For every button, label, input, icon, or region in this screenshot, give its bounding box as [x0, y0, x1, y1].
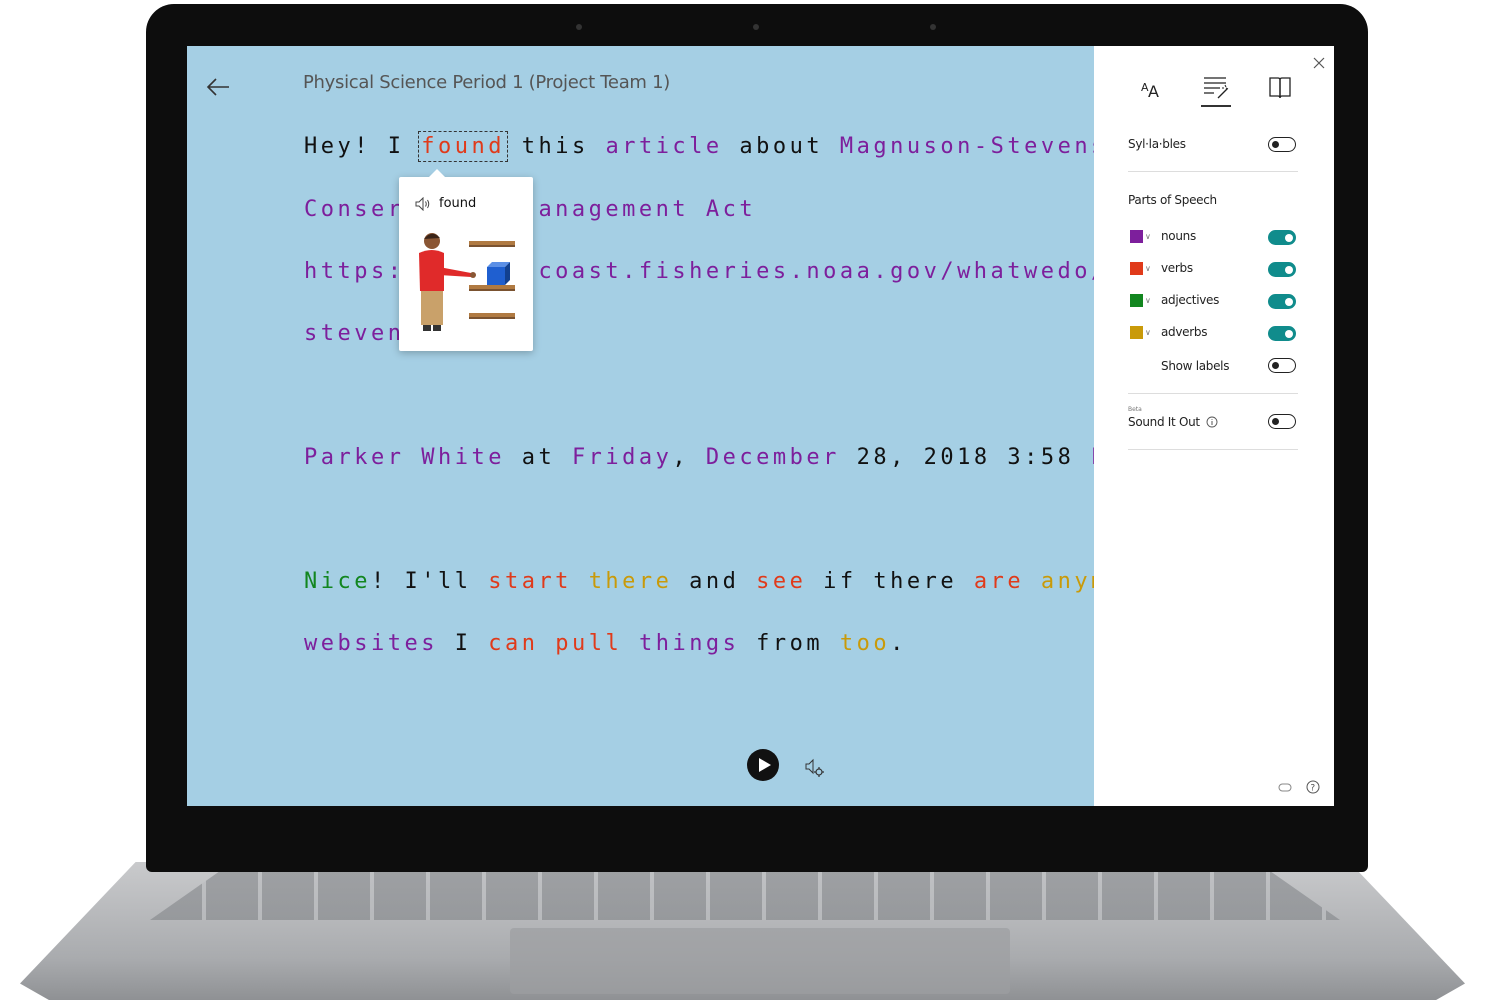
adverbs-color-swatch[interactable] [1130, 326, 1143, 339]
word[interactable]: I [388, 134, 422, 159]
word[interactable]: coast.fisheries.noaa.gov/whatwedo/msa/m [538, 259, 1094, 284]
word[interactable]: anymore [1041, 569, 1094, 594]
word[interactable]: Magnuson-Stevens Fisherie [840, 134, 1094, 159]
adverbs-label: adverbs [1161, 325, 1208, 339]
sensor-dot [930, 24, 936, 30]
syllables-toggle[interactable] [1268, 137, 1296, 152]
text-line: websites I can pull things from too. [304, 631, 907, 656]
word[interactable] [572, 569, 589, 594]
feedback-icon[interactable] [1278, 780, 1292, 794]
word[interactable]: this [505, 134, 605, 159]
word[interactable]: Friday [572, 445, 672, 470]
chevron-down-icon[interactable]: ∨ [1145, 232, 1151, 241]
chevron-down-icon[interactable]: ∨ [1145, 296, 1151, 305]
sensor-dot [576, 24, 582, 30]
tab-reading-preferences[interactable] [1266, 74, 1294, 102]
word[interactable]: Hey! [304, 134, 388, 159]
verbs-color-swatch[interactable] [1130, 262, 1143, 275]
word[interactable]: and [672, 569, 756, 594]
sound-it-out-toggle[interactable] [1268, 414, 1296, 429]
word[interactable]: Nice [304, 569, 371, 594]
popup-word: found [439, 196, 477, 211]
help-icon[interactable]: ? [1306, 780, 1320, 794]
text-line: Hey! I found this article about Magnuson… [304, 131, 1094, 162]
word[interactable]: anagement Act [538, 197, 756, 222]
word[interactable]: see [756, 569, 806, 594]
nouns-label: nouns [1161, 229, 1196, 243]
immersive-reader-screen: Physical Science Period 1 (Project Team … [187, 46, 1334, 806]
show-labels-label: Show labels [1161, 359, 1230, 373]
chevron-down-icon[interactable]: ∨ [1145, 328, 1151, 337]
selected-word[interactable]: found [418, 131, 508, 162]
document-title: Physical Science Period 1 (Project Team … [303, 72, 670, 93]
word[interactable]: things [639, 631, 739, 656]
word[interactable]: websites [304, 631, 438, 656]
adjectives-color-swatch[interactable] [1130, 294, 1143, 307]
picture-dictionary-popup: found [399, 169, 533, 351]
nouns-color-swatch[interactable] [1130, 230, 1143, 243]
camera-dot [753, 24, 759, 30]
word[interactable]: there [589, 569, 673, 594]
reader-view: Physical Science Period 1 (Project Team … [187, 46, 1094, 806]
adverbs-toggle[interactable] [1268, 326, 1296, 341]
chevron-down-icon[interactable]: ∨ [1145, 264, 1151, 273]
divider [1128, 393, 1298, 394]
word[interactable]: 28, 2018 3:58 [840, 445, 1091, 470]
word[interactable]: start [488, 569, 572, 594]
text-size-icon: A A [1141, 81, 1159, 101]
info-icon[interactable] [1206, 416, 1218, 428]
word[interactable] [622, 631, 639, 656]
text-line: Nice! I'll start there and see if there … [304, 569, 1094, 594]
laptop-trackpad [510, 928, 1010, 994]
active-tab-indicator [1201, 105, 1231, 107]
word[interactable]: pull [555, 631, 622, 656]
syllables-label: Syl·la·bles [1128, 137, 1186, 151]
divider [1128, 449, 1298, 450]
tab-grammar-options[interactable] [1202, 74, 1230, 102]
parts-of-speech-heading: Parts of Speech [1128, 193, 1217, 207]
word[interactable]: , [672, 445, 706, 470]
word[interactable]: Parker White [304, 445, 505, 470]
word[interactable]: if there [806, 569, 973, 594]
verbs-toggle[interactable] [1268, 262, 1296, 277]
grammar-options-panel: A A Syl·la·bles Parts of Speech ∨ nouns ∨ v… [1094, 46, 1334, 806]
play-button[interactable] [747, 749, 779, 781]
laptop-keyboard [150, 870, 1340, 920]
person-pointing-at-shelf-picture [419, 233, 515, 331]
word[interactable]: from [739, 631, 839, 656]
adjectives-toggle[interactable] [1268, 294, 1296, 309]
word[interactable]: too [840, 631, 890, 656]
beta-tag: Beta [1128, 406, 1142, 413]
reading-preferences-icon [1269, 77, 1291, 99]
text-line: Parker White at Friday, December 28, 201… [304, 445, 1094, 470]
word[interactable]: . [890, 631, 907, 656]
play-icon [759, 758, 771, 772]
svg-text:?: ? [1310, 784, 1315, 794]
grammar-options-icon [1204, 77, 1229, 99]
word[interactable]: ! I'll [371, 569, 488, 594]
word[interactable] [538, 631, 555, 656]
sound-it-out-label: Sound It Out [1128, 415, 1218, 429]
svg-text:A: A [1148, 82, 1159, 101]
word[interactable]: can [488, 631, 538, 656]
voice-settings-icon[interactable] [805, 757, 825, 779]
word[interactable] [1024, 569, 1041, 594]
word[interactable]: December [706, 445, 840, 470]
close-icon[interactable] [1312, 56, 1326, 70]
verbs-label: verbs [1161, 261, 1193, 275]
word[interactable]: about [723, 134, 840, 159]
tab-text-preferences[interactable]: A A [1138, 74, 1166, 102]
divider [1128, 171, 1298, 172]
back-arrow-icon[interactable] [205, 74, 231, 100]
word[interactable]: are [974, 569, 1024, 594]
word[interactable]: article [605, 134, 722, 159]
adjectives-label: adjectives [1161, 293, 1220, 307]
nouns-toggle[interactable] [1268, 230, 1296, 245]
word[interactable]: I [438, 631, 488, 656]
word[interactable]: at [505, 445, 572, 470]
speaker-icon[interactable] [415, 197, 431, 211]
show-labels-toggle[interactable] [1268, 358, 1296, 373]
